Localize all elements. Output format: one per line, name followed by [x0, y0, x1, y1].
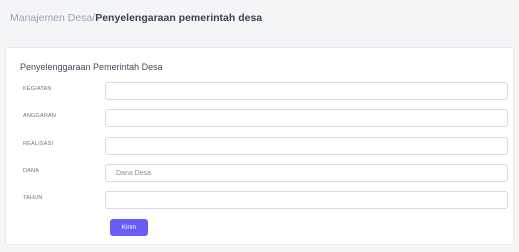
breadcrumb-current: Penyelengaraan pemerintah desa — [95, 12, 263, 24]
form-row-dana: DANA — [6, 164, 513, 182]
realisasi-input[interactable] — [105, 137, 508, 155]
form-row-anggaran: ANGGARAN — [6, 109, 513, 127]
dana-label: DANA — [23, 168, 40, 174]
breadcrumb-parent[interactable]: Manajemen Desa/ — [10, 12, 95, 24]
form-row-realisasi: REALISASI — [6, 137, 513, 155]
form-row-kegiatan: KEGIATAN — [6, 82, 513, 100]
form-row-tahun: TAHUN — [6, 191, 513, 209]
realisasi-label: REALISASI — [23, 141, 54, 147]
tahun-label: TAHUN — [23, 195, 43, 201]
dana-input[interactable] — [105, 164, 508, 182]
anggaran-input[interactable] — [105, 109, 508, 127]
form-title: Penyelenggaraan Pemerintah Desa — [20, 62, 163, 72]
anggaran-label: ANGGARAN — [23, 113, 57, 119]
form-card: Penyelenggaraan Pemerintah Desa KEGIATAN… — [5, 47, 514, 245]
breadcrumb: Manajemen Desa/Penyelengaraan pemerintah… — [10, 11, 262, 25]
submit-button[interactable]: Kirim — [110, 219, 148, 236]
kegiatan-input[interactable] — [105, 82, 508, 100]
kegiatan-label: KEGIATAN — [23, 86, 52, 92]
tahun-input[interactable] — [105, 191, 508, 209]
